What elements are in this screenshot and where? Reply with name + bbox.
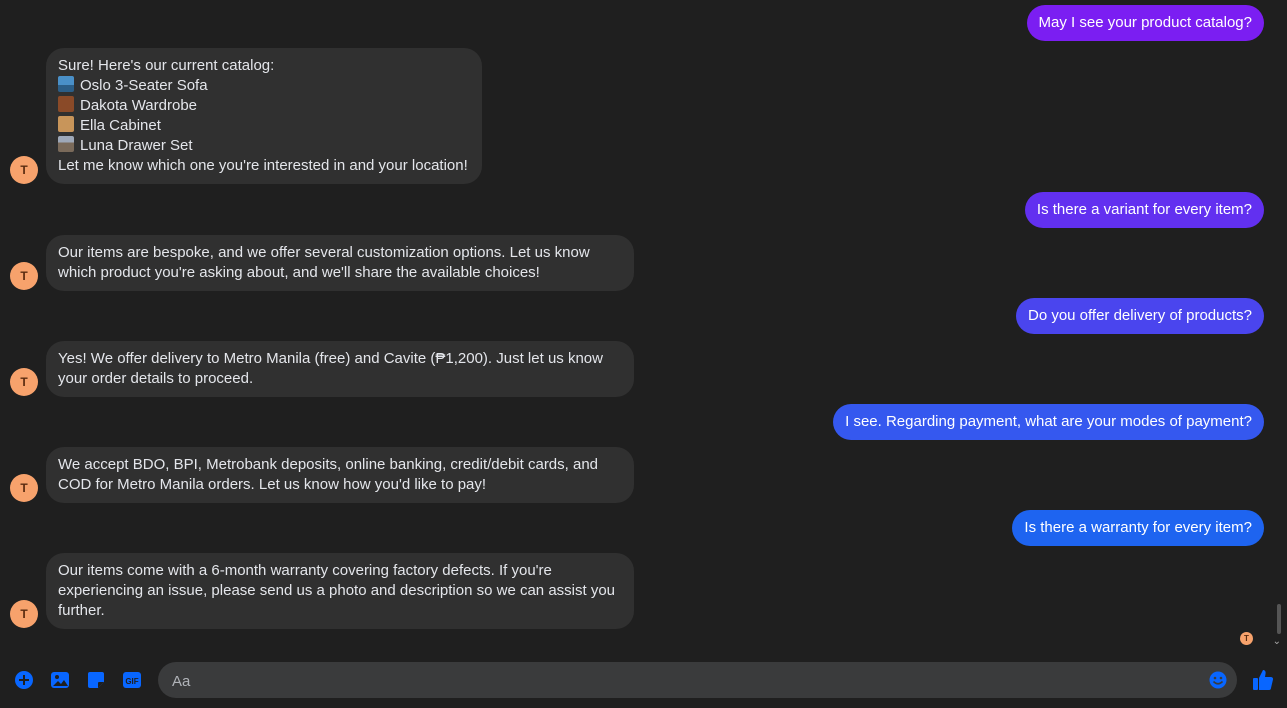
sofa-emoji-icon	[58, 76, 74, 92]
contact-avatar[interactable]: T	[10, 262, 38, 290]
gif-icon[interactable]: GIF	[121, 669, 143, 691]
incoming-message[interactable]: We accept BDO, BPI, Metrobank deposits, …	[46, 447, 634, 503]
incoming-message[interactable]: Our items are bespoke, and we offer seve…	[46, 235, 634, 291]
door-emoji-icon	[58, 96, 74, 112]
message-input-container	[158, 662, 1237, 700]
message-line: Let me know which one you're interested …	[58, 157, 468, 174]
package-emoji-icon	[58, 116, 74, 132]
outgoing-message[interactable]: Is there a warranty for every item?	[1012, 510, 1264, 546]
catalog-item: Dakota Wardrobe	[58, 96, 470, 116]
contact-avatar[interactable]: T	[10, 474, 38, 502]
message-line: further.	[58, 602, 105, 619]
message-line: your order details to proceed.	[58, 370, 254, 387]
thumbs-up-icon[interactable]	[1251, 668, 1275, 692]
scrollbar-thumb[interactable]	[1277, 604, 1281, 634]
plus-icon[interactable]	[13, 669, 35, 691]
catalog-item: Ella Cabinet	[58, 116, 470, 136]
contact-avatar[interactable]: T	[10, 156, 38, 184]
catalog-item: Oslo 3-Seater Sofa	[58, 76, 470, 96]
message-line: which product you're asking about, and w…	[58, 264, 540, 281]
outgoing-message[interactable]: Is there a variant for every item?	[1024, 192, 1264, 228]
chat-thread: May I see your product catalog? T Sure! …	[0, 0, 1287, 650]
message-line: Our items are bespoke, and we offer seve…	[58, 244, 590, 261]
contact-avatar[interactable]: T	[10, 368, 38, 396]
incoming-message[interactable]: Our items come with a 6-month warranty c…	[46, 553, 634, 629]
drawer-emoji-icon	[58, 136, 74, 152]
outgoing-message[interactable]: May I see your product catalog?	[1026, 5, 1264, 41]
outgoing-message[interactable]: I see. Regarding payment, what are your …	[833, 404, 1264, 440]
message-line: Our items come with a 6-month warranty c…	[58, 562, 552, 579]
message-composer: GIF	[0, 654, 1287, 708]
message-line: Sure! Here's our current catalog:	[58, 57, 275, 74]
incoming-message[interactable]: Yes! We offer delivery to Metro Manila (…	[46, 341, 634, 397]
message-line: Yes! We offer delivery to Metro Manila (…	[58, 350, 603, 367]
emoji-icon[interactable]	[1209, 671, 1227, 689]
outgoing-message[interactable]: Do you offer delivery of products?	[1015, 298, 1264, 334]
message-input[interactable]	[170, 662, 1204, 700]
contact-avatar[interactable]: T	[10, 600, 38, 628]
message-line: COD for Metro Manila orders. Let us know…	[58, 476, 487, 493]
message-line: We accept BDO, BPI, Metrobank deposits, …	[58, 456, 599, 473]
seen-avatar: T	[1240, 632, 1253, 645]
sticker-icon[interactable]	[85, 669, 107, 691]
image-icon[interactable]	[49, 669, 71, 691]
scroll-down-icon[interactable]: ⌄	[1273, 636, 1281, 647]
catalog-item: Luna Drawer Set	[58, 136, 470, 156]
gif-label: GIF	[125, 677, 138, 686]
message-line: experiencing an issue, please send us a …	[58, 582, 616, 599]
incoming-message[interactable]: Sure! Here's our current catalog: Oslo 3…	[46, 48, 482, 184]
